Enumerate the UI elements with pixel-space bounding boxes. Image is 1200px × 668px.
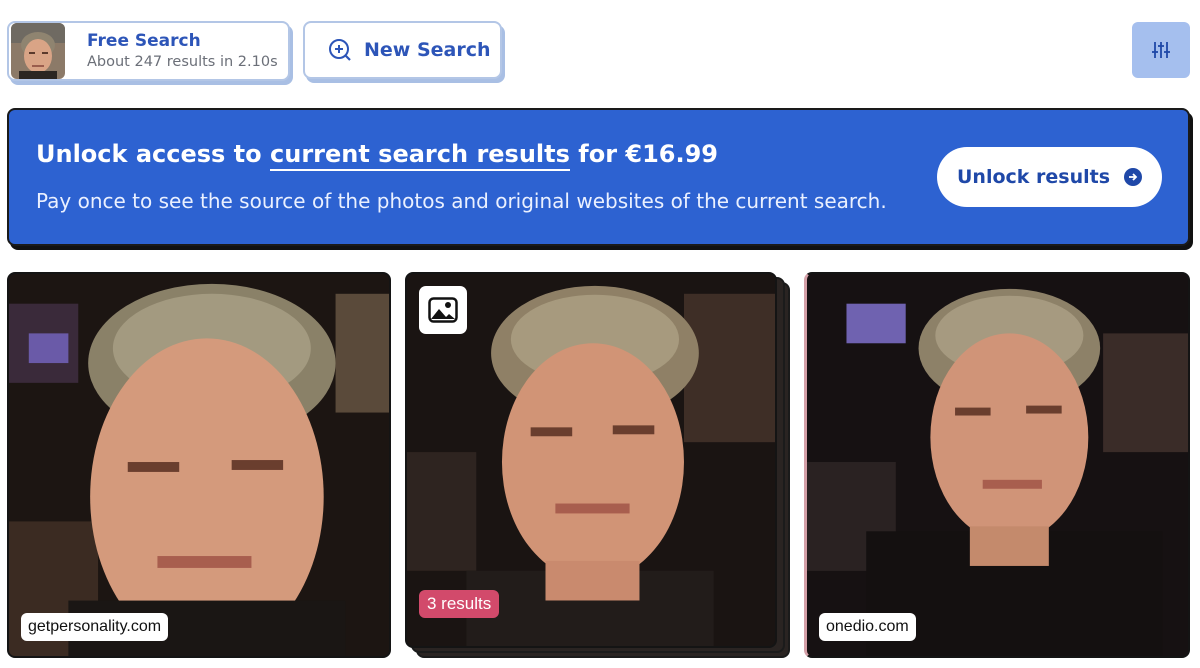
banner-subtitle: Pay once to see the source of the photos… <box>36 189 887 213</box>
image-icon <box>419 286 467 334</box>
filter-button[interactable] <box>1132 22 1190 78</box>
current-results-link[interactable]: current search results <box>270 140 570 171</box>
query-stats: About 247 results in 2.10s <box>87 53 278 70</box>
result-card[interactable]: onedio.com <box>804 272 1190 658</box>
result-card[interactable]: 3 results <box>405 272 777 648</box>
query-thumbnail <box>11 23 65 79</box>
arrow-right-icon <box>1124 168 1143 186</box>
banner-title-prefix: Unlock access to <box>36 140 270 168</box>
unlock-results-button[interactable]: Unlock results <box>937 147 1162 207</box>
zoom-in-icon <box>329 39 351 61</box>
unlock-banner: Unlock access to current search results … <box>7 108 1190 246</box>
query-card[interactable]: Free Search About 247 results in 2.10s <box>7 21 290 81</box>
results-count-badge[interactable]: 3 results <box>419 590 500 618</box>
new-search-button[interactable]: New Search <box>303 21 502 79</box>
result-photo <box>807 274 1188 656</box>
new-search-label: New Search <box>364 39 491 61</box>
result-photo <box>9 274 389 656</box>
source-domain[interactable]: getpersonality.com <box>21 613 169 641</box>
unlock-results-label: Unlock results <box>956 166 1111 188</box>
result-card[interactable]: getpersonality.com <box>7 272 391 658</box>
query-title: Free Search <box>87 30 201 51</box>
banner-title: Unlock access to current search results … <box>36 140 718 171</box>
banner-title-suffix: for €16.99 <box>569 140 718 168</box>
sliders-icon <box>1152 42 1170 58</box>
source-domain[interactable]: onedio.com <box>819 613 916 641</box>
